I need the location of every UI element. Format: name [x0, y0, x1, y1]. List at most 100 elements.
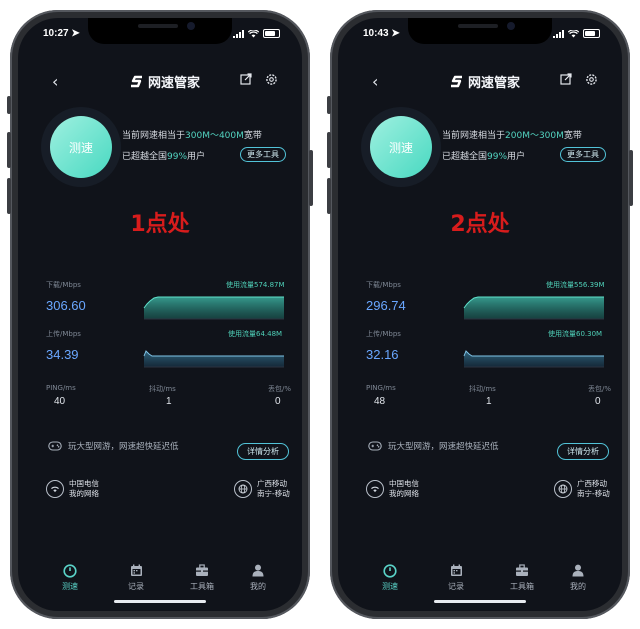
- upload-label: 上传/Mbps: [366, 330, 401, 338]
- upload-used: 使用流量64.48M: [228, 329, 282, 339]
- detail-analysis-button[interactable]: 详情分析: [557, 443, 609, 460]
- share-icon[interactable]: [560, 73, 572, 85]
- gear-icon[interactable]: [265, 73, 278, 86]
- speaker: [458, 24, 498, 28]
- download-speed-graph: [143, 296, 284, 320]
- app-screen: 10:27 ➤ ‹ 网速管家 测速 当前网速相当于300M～400M宽带 已超越…: [18, 18, 302, 611]
- jitter-value: 1: [486, 396, 492, 407]
- carrier-name: 中国电信: [389, 479, 419, 488]
- beat-prefix: 已超越全国: [442, 152, 488, 162]
- detail-analysis-label: 详情分析: [247, 447, 279, 456]
- app-header: ‹ 网速管家: [18, 70, 302, 91]
- carrier-note: 我的网络: [389, 489, 419, 498]
- globe-icon: [554, 480, 572, 498]
- volume-up-button: [327, 132, 331, 168]
- loss-value: 0: [275, 396, 281, 407]
- brand-s-icon: [131, 75, 142, 87]
- bottom-tab-bar: 测速 记录 工具箱 我的: [338, 563, 622, 597]
- wifi-icon: [248, 29, 259, 37]
- tab-speed-test[interactable]: 测速: [370, 563, 410, 592]
- volume-down-button: [327, 178, 331, 214]
- beat-prefix: 已超越全国: [122, 152, 168, 162]
- detail-analysis-button[interactable]: 详情分析: [237, 443, 289, 460]
- home-indicator: [434, 600, 526, 603]
- wifi-network-icon: [46, 480, 64, 498]
- test-server-info: 广西移动 南宁-移动: [234, 479, 290, 499]
- tab-label: 测速: [382, 582, 398, 591]
- gamepad-icon: [48, 441, 62, 451]
- share-icon[interactable]: [240, 73, 252, 85]
- tab-speed-test[interactable]: 测速: [50, 563, 90, 592]
- camera: [187, 22, 195, 30]
- back-chevron-icon[interactable]: ‹: [52, 72, 58, 91]
- annotation-label: 1点处: [130, 212, 190, 237]
- tab-label: 工具箱: [190, 582, 214, 591]
- beat-value: 99%: [487, 152, 508, 162]
- brand-name: 网速管家: [468, 75, 521, 90]
- person-icon: [252, 564, 264, 577]
- upload-label: 上传/Mbps: [46, 330, 81, 338]
- status-time: 10:27 ➤: [43, 28, 80, 39]
- mute-switch: [327, 96, 331, 114]
- equiv-prefix: 当前网速相当于: [122, 131, 186, 141]
- gamepad-icon: [368, 441, 382, 451]
- power-button: [309, 150, 313, 206]
- speed-test-button[interactable]: 测速: [50, 116, 112, 178]
- location-arrow-icon: ➤: [71, 28, 80, 39]
- battery-icon: [263, 29, 280, 38]
- jitter-label: 抖动/ms: [469, 385, 496, 393]
- back-chevron-icon[interactable]: ‹: [372, 72, 378, 91]
- equiv-suffix: 宽带: [563, 131, 582, 141]
- tab-records[interactable]: 记录: [116, 563, 156, 592]
- tab-label: 工具箱: [510, 582, 534, 591]
- test-server-info: 广西移动 南宁-移动: [554, 479, 610, 499]
- more-tools-button[interactable]: 更多工具: [240, 147, 286, 162]
- beat-percentage: 已超越全国99%用户: [122, 149, 205, 162]
- ping-value: 40: [54, 396, 66, 407]
- ping-label: PING/ms: [366, 384, 396, 392]
- notch: [408, 18, 552, 44]
- server-provider: 广西移动: [577, 479, 607, 488]
- location-arrow-icon: ➤: [391, 28, 400, 39]
- camera: [507, 22, 515, 30]
- power-button: [629, 150, 633, 206]
- volume-up-button: [7, 132, 11, 168]
- toolbox-icon: [516, 564, 528, 576]
- speed-test-button[interactable]: 测速: [370, 116, 432, 178]
- brand-logo: 网速管家: [450, 72, 520, 91]
- tab-label: 我的: [570, 582, 586, 591]
- tab-mine[interactable]: 我的: [238, 563, 278, 592]
- game-text: 玩大型网游，网速超快延迟低: [68, 442, 179, 452]
- download-used: 使用流量556.39M: [546, 280, 605, 290]
- jitter-label: 抖动/ms: [149, 385, 176, 393]
- volume-down-button: [7, 178, 11, 214]
- brand-s-icon: [451, 75, 462, 87]
- tab-label: 记录: [128, 582, 144, 591]
- more-tools-button[interactable]: 更多工具: [560, 147, 606, 162]
- my-network-info: 中国电信 我的网络: [366, 479, 419, 499]
- calendar-icon: [450, 564, 462, 576]
- bottom-tab-bar: 测速 记录 工具箱 我的: [18, 563, 302, 597]
- tab-records[interactable]: 记录: [436, 563, 476, 592]
- status-time-text: 10:27: [43, 28, 69, 39]
- upload-speed-value: 32.16: [366, 347, 399, 362]
- server-location: 南宁-移动: [257, 489, 290, 498]
- tab-toolbox[interactable]: 工具箱: [182, 563, 222, 592]
- download-label: 下载/Mbps: [46, 281, 81, 289]
- globe-icon: [234, 480, 252, 498]
- beat-percentage: 已超越全国99%用户: [442, 149, 525, 162]
- download-speed-value: 306.60: [46, 298, 86, 313]
- gear-icon[interactable]: [585, 73, 598, 86]
- tab-toolbox[interactable]: 工具箱: [502, 563, 542, 592]
- jitter-value: 1: [166, 396, 172, 407]
- status-time: 10:43 ➤: [363, 28, 400, 39]
- bandwidth-equivalent: 当前网速相当于300M～400M宽带: [122, 128, 262, 141]
- beat-suffix: 用户: [507, 152, 526, 162]
- tab-mine[interactable]: 我的: [558, 563, 598, 592]
- status-time-text: 10:43: [363, 28, 389, 39]
- used-prefix: 使用流量: [546, 281, 574, 289]
- battery-icon: [583, 29, 600, 38]
- tab-label: 记录: [448, 582, 464, 591]
- download-used-value: 574.87M: [254, 281, 285, 289]
- game-text: 玩大型网游，网速超快延迟低: [388, 442, 499, 452]
